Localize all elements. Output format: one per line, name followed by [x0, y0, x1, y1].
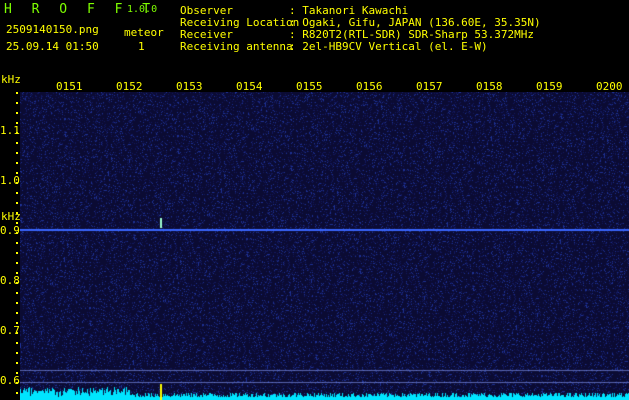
meteor-label: meteor — [124, 26, 164, 39]
y-minor-mark — [16, 342, 18, 344]
antenna-label: Receiving antenna — [180, 40, 293, 53]
y-tick: 1.1 — [0, 124, 20, 137]
y-minor-mark — [16, 372, 18, 374]
location-label: Receiving Location — [180, 16, 300, 29]
y-minor-mark — [16, 262, 18, 264]
receiver-label: Receiver — [180, 28, 233, 41]
y-minor-mark — [16, 172, 18, 174]
y-minor-mark — [16, 162, 18, 164]
y-minor-mark — [16, 92, 18, 94]
y-minor-mark — [16, 192, 18, 194]
y-minor-mark — [16, 332, 18, 334]
y-minor-mark — [16, 182, 18, 184]
y-minor-mark — [16, 312, 18, 314]
file-datetime: 25.09.14 01:50 — [6, 40, 99, 53]
y-minor-mark — [16, 322, 18, 324]
location-value: : Ogaki, Gifu, JAPAN (136.60E, 35.35N) — [289, 16, 541, 29]
y-minor-mark — [16, 302, 18, 304]
spectrogram-plot — [20, 92, 629, 400]
y-minor-mark — [16, 272, 18, 274]
y-tick: 0.9 — [0, 224, 20, 237]
y-minor-mark — [16, 252, 18, 254]
y-unit-top: kHz — [1, 73, 21, 86]
antenna-value: : 2el-HB9CV Vertical (el. E-W) — [289, 40, 488, 53]
y-minor-mark — [16, 242, 18, 244]
y-minor-mark — [16, 232, 18, 234]
y-minor-mark — [16, 292, 18, 294]
y-tick: 0.6 — [0, 374, 20, 387]
observer-value: : Takanori Kawachi — [289, 4, 409, 17]
y-minor-mark — [16, 112, 18, 114]
spectrogram-canvas — [20, 92, 629, 400]
observer-label: Observer — [180, 4, 233, 17]
y-minor-mark — [16, 222, 18, 224]
receiver-value: : R820T2(RTL-SDR) SDR-Sharp 53.372MHz — [289, 28, 535, 41]
y-minor-mark — [16, 362, 18, 364]
y-minor-mark — [16, 132, 18, 134]
app-version: 1.0.0 — [127, 4, 158, 15]
y-minor-mark — [16, 392, 18, 394]
y-minor-mark — [16, 352, 18, 354]
y-tick: 1.0 — [0, 174, 20, 187]
y-minor-mark — [16, 212, 18, 214]
y-minor-mark — [16, 152, 18, 154]
y-minor-mark — [16, 142, 18, 144]
meteor-count: 1 — [138, 40, 145, 53]
y-minor-mark — [16, 382, 18, 384]
y-tick: 0.7 — [0, 324, 20, 337]
y-tick: 0.8 — [0, 274, 20, 287]
y-minor-mark — [16, 102, 18, 104]
y-minor-mark — [16, 282, 18, 284]
file-name: 2509140150.png — [6, 23, 99, 36]
y-minor-mark — [16, 202, 18, 204]
y-minor-mark — [16, 122, 18, 124]
